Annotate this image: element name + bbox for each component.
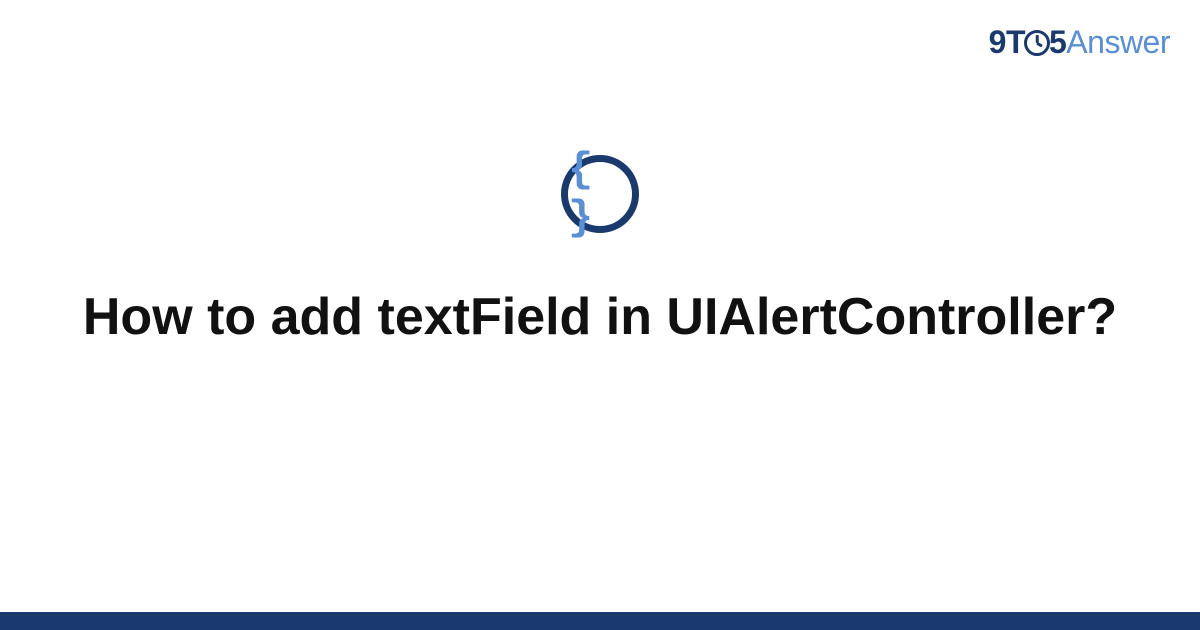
logo-answer: Answer: [1066, 24, 1170, 60]
logo-nine: 9: [989, 24, 1006, 60]
site-logo[interactable]: 9T5Answer: [989, 24, 1170, 61]
code-braces-icon: { }: [561, 155, 639, 233]
question-title: How to add textField in UIAlertControlle…: [0, 285, 1200, 350]
clock-icon: [1024, 30, 1050, 56]
logo-five: 5: [1049, 24, 1066, 60]
braces-glyph: { }: [568, 146, 632, 242]
footer-bar: [0, 612, 1200, 630]
logo-t: T: [1006, 24, 1025, 60]
